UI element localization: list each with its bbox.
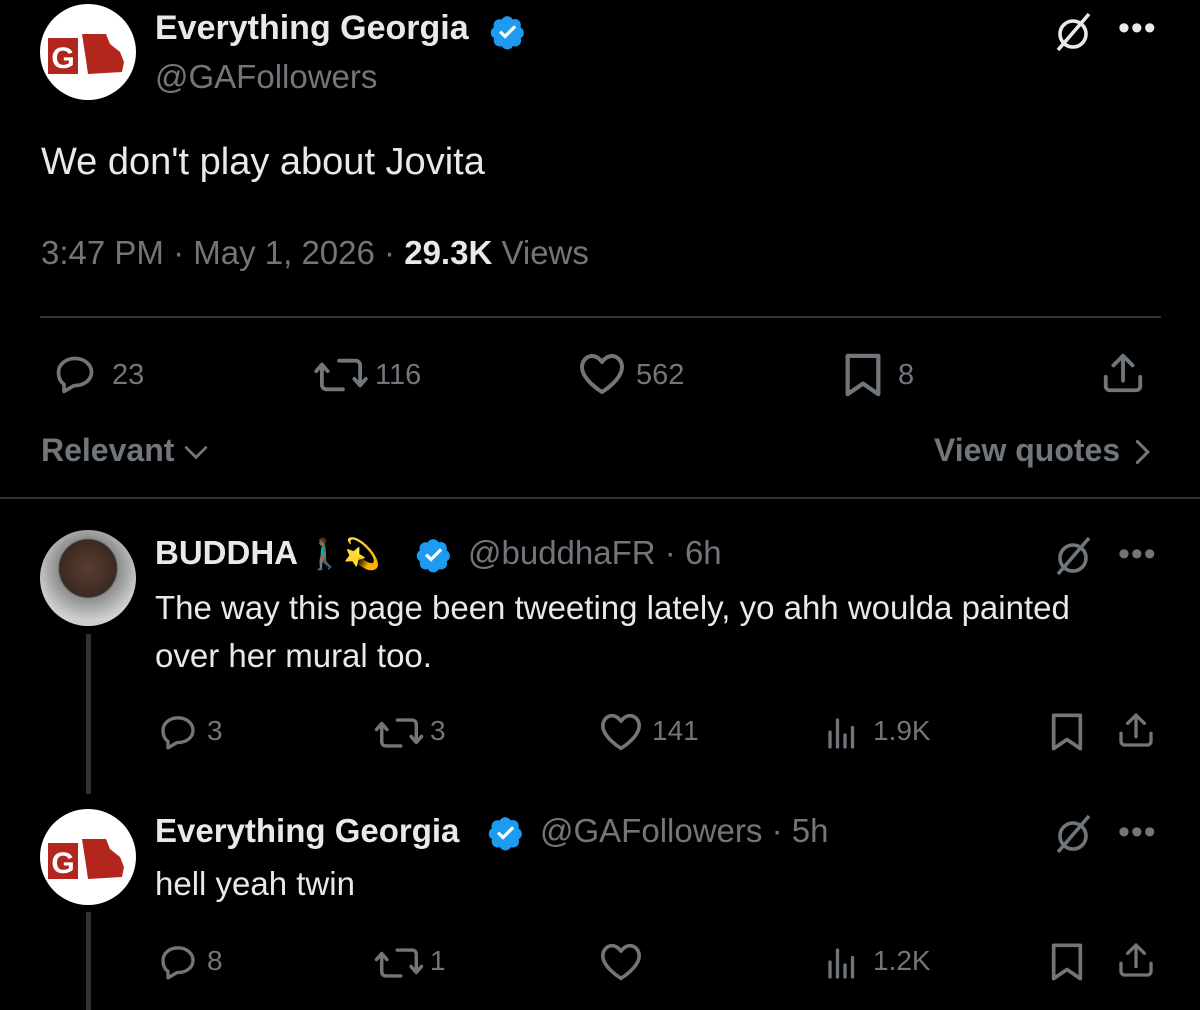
like-icon[interactable] (598, 712, 644, 752)
grok-icon[interactable] (1052, 8, 1096, 54)
reply-author-name[interactable]: BUDDHA 🚶🏾‍♂️💫 (155, 532, 381, 576)
verified-icon (416, 539, 450, 573)
repost-icon[interactable] (374, 714, 424, 752)
repost-count: 3 (430, 715, 446, 746)
svg-text:G: G (51, 42, 74, 75)
repost-icon[interactable] (314, 354, 368, 396)
views-count: 1.9K (873, 715, 931, 746)
georgia-logo: G (48, 34, 124, 75)
reply-meta: @GAFollowers · 5h (540, 810, 828, 852)
share-icon[interactable] (1116, 940, 1156, 980)
reply-count: 8 (207, 945, 223, 976)
share-icon[interactable] (1116, 710, 1156, 750)
bookmark-icon[interactable] (1050, 942, 1084, 982)
sort-label: Relevant (41, 432, 175, 468)
separator: · (771, 812, 783, 849)
tweet-time: 3:47 PM (41, 234, 164, 271)
more-icon[interactable]: ••• (1118, 815, 1157, 849)
like-count: 562 (636, 359, 685, 391)
reply-text: The way this page been tweeting lately, … (155, 589, 1070, 674)
reply-handle[interactable]: @GAFollowers (540, 812, 762, 849)
author-name[interactable]: Everything Georgia (155, 6, 469, 50)
tweet-text: We don't play about Jovita (41, 141, 485, 183)
author-avatar[interactable]: G (40, 4, 136, 100)
tweet-date: May 1, 2026 (193, 234, 375, 271)
more-icon[interactable]: ••• (1118, 11, 1157, 45)
divider (0, 497, 1200, 499)
reply-age[interactable]: 5h (792, 812, 829, 849)
views-icon[interactable] (824, 714, 860, 750)
grok-icon[interactable] (1052, 532, 1096, 578)
thread-line (86, 912, 91, 1010)
like-icon[interactable] (577, 352, 627, 396)
reply-meta: @buddhaFR · 6h (468, 532, 722, 574)
chevron-right-icon[interactable] (1132, 438, 1152, 466)
svg-text:G: G (51, 847, 74, 880)
share-icon[interactable] (1100, 350, 1146, 396)
avatar[interactable]: G (40, 809, 136, 905)
verified-icon (488, 817, 522, 851)
separator: · (384, 234, 396, 271)
repost-count: 1 (430, 945, 446, 976)
reply-author-name-text: BUDDHA (155, 534, 297, 571)
bookmark-icon[interactable] (843, 352, 883, 398)
divider (40, 316, 1161, 318)
thread-line (86, 634, 91, 794)
tweet-meta: 3:47 PM · May 1, 2026 · 29.3K Views (41, 232, 589, 274)
reply-icon[interactable] (157, 942, 199, 982)
chevron-down-icon[interactable] (183, 442, 209, 462)
emoji: 🚶🏾‍♂️💫 (305, 538, 381, 571)
separator: · (173, 234, 185, 271)
repost-count: 116 (375, 359, 422, 391)
views-icon[interactable] (824, 944, 860, 980)
like-icon[interactable] (598, 942, 644, 982)
reply-icon[interactable] (52, 352, 98, 396)
reply-author-name[interactable]: Everything Georgia (155, 810, 459, 852)
grok-icon[interactable] (1052, 810, 1096, 856)
views-label: Views (501, 234, 589, 271)
author-handle[interactable]: @GAFollowers (155, 56, 377, 98)
view-quotes-link[interactable]: View quotes (934, 430, 1120, 470)
bookmark-icon[interactable] (1050, 712, 1084, 752)
sort-dropdown[interactable]: Relevant (41, 430, 174, 470)
reply-handle[interactable]: @buddhaFR (468, 534, 656, 571)
views-count: 29.3K (404, 234, 493, 271)
reply-icon[interactable] (157, 712, 199, 752)
repost-icon[interactable] (374, 944, 424, 982)
reply-count: 23 (112, 359, 145, 391)
views-count: 1.2K (873, 945, 931, 976)
reply-age[interactable]: 6h (685, 534, 722, 571)
reply-count: 3 (207, 715, 223, 746)
bookmark-count: 8 (898, 359, 915, 391)
more-icon[interactable]: ••• (1118, 537, 1157, 571)
verified-icon (490, 16, 524, 50)
like-count: 141 (652, 715, 699, 746)
reply-text: hell yeah twin (155, 865, 355, 902)
separator: · (664, 534, 676, 571)
georgia-logo: G (48, 839, 124, 880)
avatar[interactable] (40, 530, 136, 626)
